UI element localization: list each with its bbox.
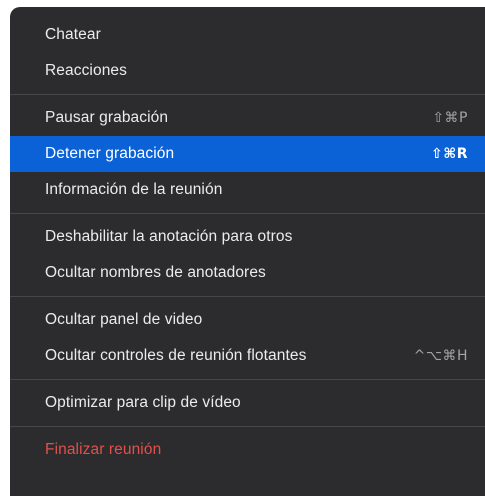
- menu-item-shortcut: ^⌥⌘H: [413, 348, 468, 364]
- menu-item-ocultar-controles-flotantes[interactable]: Ocultar controles de reunión flotantes ^…: [10, 338, 485, 374]
- menu-item-label: Ocultar controles de reunión flotantes: [45, 347, 307, 364]
- menu-item-shortcut: ⇧⌘R: [431, 146, 468, 162]
- menu-item-pausar-grabacion[interactable]: Pausar grabación ⇧⌘P: [10, 100, 485, 136]
- menu-item-label: Detener grabación: [45, 145, 175, 162]
- menu-item-label: Chatear: [45, 26, 101, 43]
- menu-item-ocultar-nombres-anotadores[interactable]: Ocultar nombres de anotadores: [10, 255, 485, 291]
- menu-item-label: Información de la reunión: [45, 181, 223, 198]
- menu-item-chatear[interactable]: Chatear: [10, 17, 485, 53]
- menu-item-label: Reacciones: [45, 62, 127, 79]
- menu-item-shortcut: ⇧⌘P: [432, 110, 468, 126]
- menu-item-label: Ocultar panel de video: [45, 311, 203, 328]
- menu-item-label: Ocultar nombres de anotadores: [45, 264, 266, 281]
- menu-item-label: Deshabilitar la anotación para otros: [45, 228, 293, 245]
- menu-item-optimizar-clip-video[interactable]: Optimizar para clip de vídeo: [10, 385, 485, 421]
- context-menu: Chatear Reacciones Pausar grabación ⇧⌘P …: [10, 7, 485, 496]
- menu-separator: [10, 213, 485, 214]
- menu-item-detener-grabacion[interactable]: Detener grabación ⇧⌘R: [10, 136, 485, 172]
- menu-separator: [10, 296, 485, 297]
- menu-separator: [10, 426, 485, 427]
- menu-item-ocultar-panel-video[interactable]: Ocultar panel de video: [10, 302, 485, 338]
- menu-item-reacciones[interactable]: Reacciones: [10, 53, 485, 89]
- menu-item-label: Pausar grabación: [45, 109, 169, 126]
- menu-item-informacion-reunion[interactable]: Información de la reunión: [10, 172, 485, 208]
- menu-item-deshabilitar-anotacion[interactable]: Deshabilitar la anotación para otros: [10, 219, 485, 255]
- menu-item-label: Optimizar para clip de vídeo: [45, 394, 241, 411]
- menu-item-label: Finalizar reunión: [45, 441, 162, 458]
- menu-separator: [10, 94, 485, 95]
- menu-item-finalizar-reunion[interactable]: Finalizar reunión: [10, 432, 485, 468]
- menu-separator: [10, 379, 485, 380]
